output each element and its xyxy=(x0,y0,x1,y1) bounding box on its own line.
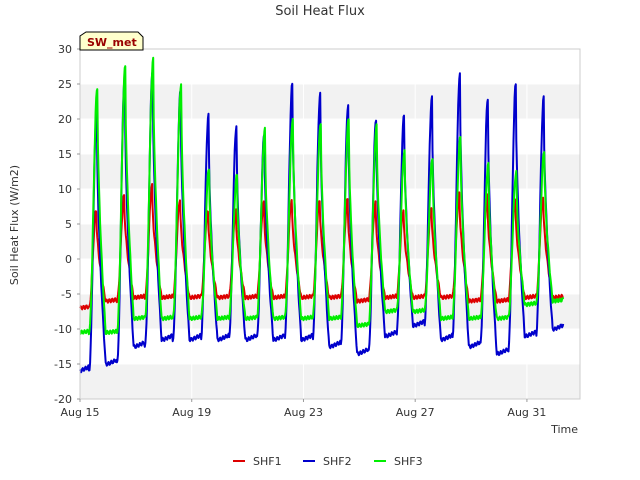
x-tick-label: Aug 15 xyxy=(61,406,100,419)
y-tick-label: 25 xyxy=(58,78,72,91)
legend-label-shf1: SHF1 xyxy=(253,455,282,468)
y-tick-label: 5 xyxy=(65,218,72,231)
grid-band xyxy=(80,84,580,119)
legend: SHF1 SHF2 SHF3 xyxy=(233,455,423,468)
y-tick-label: 30 xyxy=(58,43,72,56)
y-tick-label: 15 xyxy=(58,148,72,161)
x-axis-label: Time xyxy=(550,423,578,436)
y-tick-label: 20 xyxy=(58,113,72,126)
y-axis-label: Soil Heat Flux (W/m2) xyxy=(8,165,21,285)
y-tick-label: 10 xyxy=(58,183,72,196)
y-tick-label: 0 xyxy=(65,253,72,266)
legend-label-shf3: SHF3 xyxy=(394,455,423,468)
grid-band xyxy=(80,364,580,399)
x-tick-label: Aug 31 xyxy=(507,406,546,419)
y-axis: -20 -15 -10 -5 0 5 10 15 20 25 30 xyxy=(54,43,80,406)
x-axis: Aug 15 Aug 19 Aug 23 Aug 27 Aug 31 xyxy=(61,399,546,419)
badge-label: SW_met xyxy=(87,36,137,49)
chart: -20-15-10-5051015202530 Aug 15 Aug 19 Aug … xyxy=(8,4,581,468)
legend-label-shf2: SHF2 xyxy=(323,455,352,468)
y-tick-label: -10 xyxy=(54,323,72,336)
x-tick-label: Aug 19 xyxy=(172,406,211,419)
y-tick-label: -5 xyxy=(61,288,72,301)
x-tick-label: Aug 27 xyxy=(396,406,435,419)
x-tick-label: Aug 23 xyxy=(284,406,323,419)
chart-title: Soil Heat Flux xyxy=(275,4,365,19)
sw-met-badge: SW_met xyxy=(79,31,144,51)
y-tick-label: -20 xyxy=(54,393,72,406)
y-tick-label: -15 xyxy=(54,358,72,371)
